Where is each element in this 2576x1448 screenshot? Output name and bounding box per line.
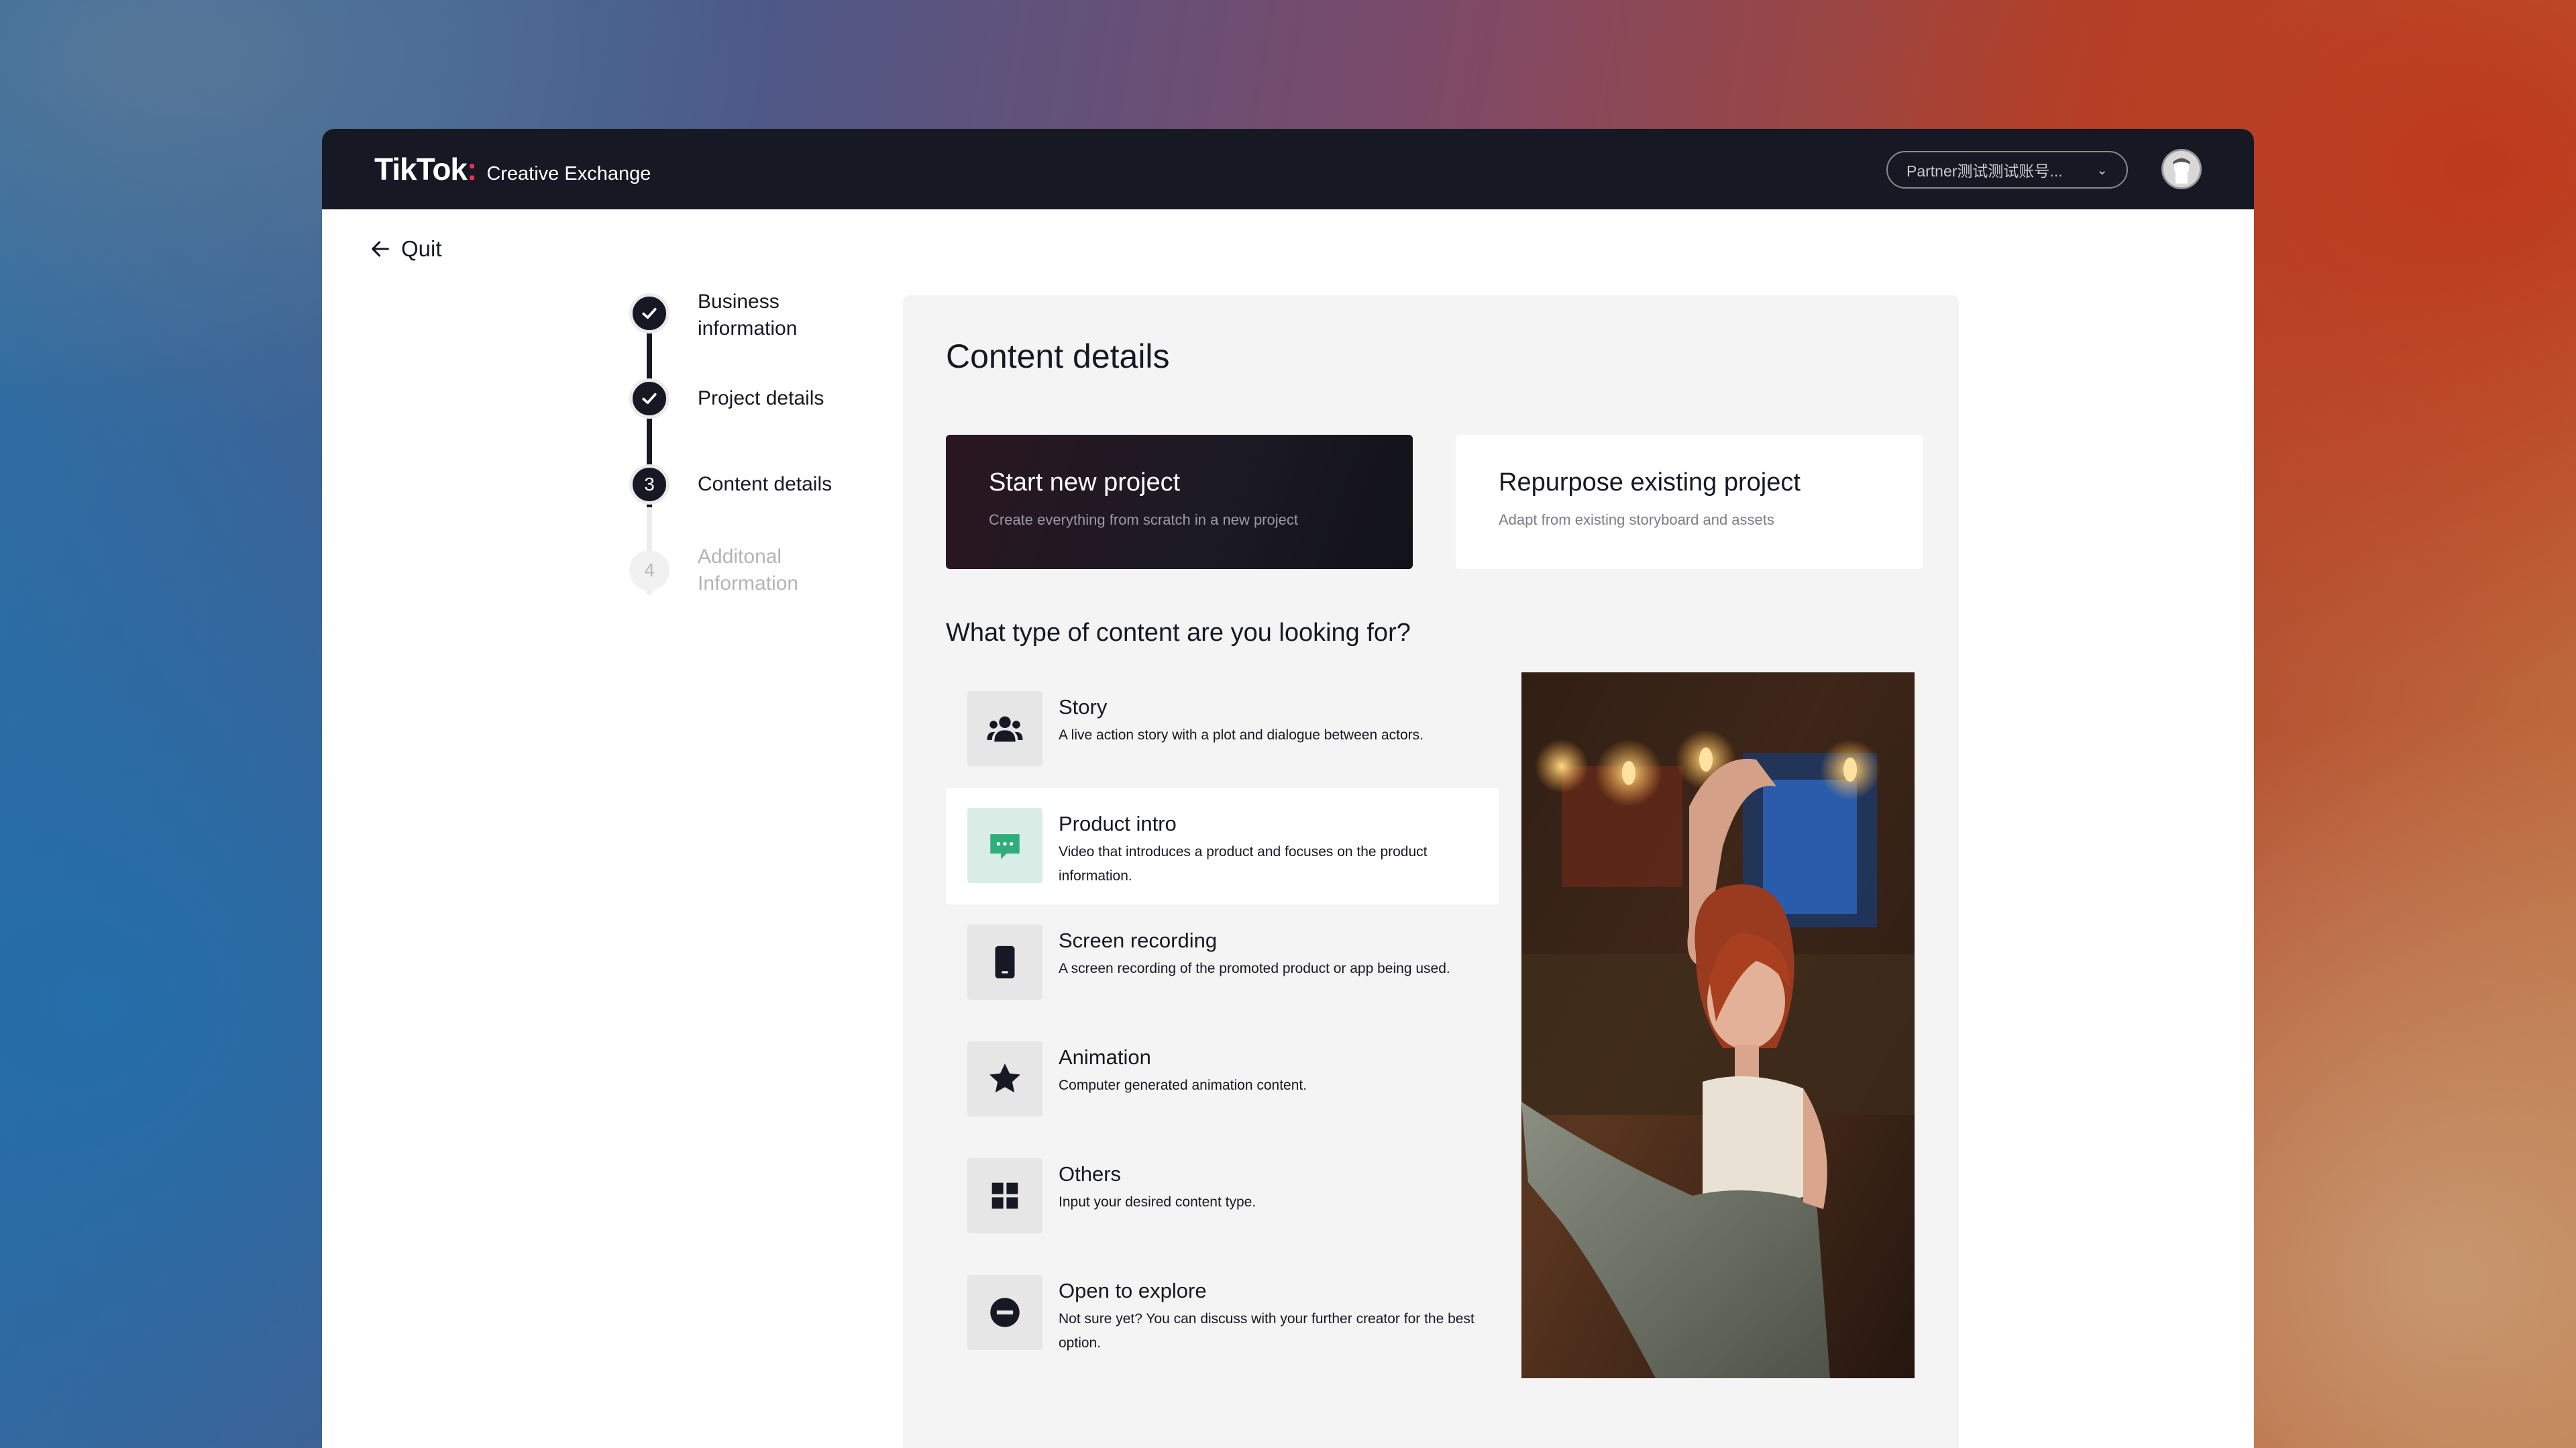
option-subtitle: Adapt from existing storyboard and asset… bbox=[1499, 511, 1774, 528]
content-type-title: Others bbox=[1059, 1162, 1122, 1186]
content-type-description: Not sure yet? You can discuss with your … bbox=[1059, 1311, 1474, 1351]
option-subtitle: Create everything from scratch in a new … bbox=[989, 511, 1298, 528]
star-icon bbox=[967, 1041, 1042, 1117]
quit-button[interactable]: Quit bbox=[369, 236, 442, 262]
content-type-story[interactable]: Story A live action story with a plot an… bbox=[946, 671, 1499, 788]
progress-stepper: Business information Project details 3 C… bbox=[625, 291, 867, 631]
content-type-description: Video that introduces a product and focu… bbox=[1059, 844, 1428, 884]
content-panel: Content details Start new project Create… bbox=[903, 295, 1959, 1448]
account-label: Partner测试测试账号... bbox=[1907, 162, 2063, 180]
start-new-project-option[interactable]: Start new project Create everything from… bbox=[946, 435, 1413, 569]
account-selector[interactable]: Partner测试测试账号... ⌄ bbox=[1886, 151, 2128, 189]
chat-bubble-icon bbox=[967, 808, 1042, 883]
step-2-check-icon bbox=[629, 378, 669, 419]
avatar[interactable] bbox=[2161, 149, 2202, 189]
content-preview-image bbox=[1521, 672, 1915, 1378]
page-title: Content details bbox=[946, 338, 1170, 375]
step-4-number: 4 bbox=[629, 550, 669, 590]
content-type-title: Product intro bbox=[1059, 812, 1177, 835]
option-title: Repurpose existing project bbox=[1499, 468, 1801, 497]
content-type-screen-recording[interactable]: Screen recording A screen recording of t… bbox=[946, 904, 1499, 1021]
brand-logo: TikTok bbox=[374, 152, 468, 187]
step-2-label[interactable]: Project details bbox=[698, 385, 852, 412]
content-type-description: Input your desired content type. bbox=[1059, 1194, 1256, 1210]
grid-icon bbox=[967, 1158, 1042, 1233]
content-type-list: Story A live action story with a plot an… bbox=[946, 671, 1499, 1372]
people-icon bbox=[967, 691, 1042, 766]
step-4-label[interactable]: Additonal Information bbox=[698, 544, 852, 597]
option-title: Start new project bbox=[989, 468, 1181, 497]
brand[interactable]: TikTok : Creative Exchange bbox=[374, 151, 651, 187]
content-type-description: Computer generated animation content. bbox=[1059, 1078, 1307, 1093]
top-bar: TikTok : Creative Exchange Partner测试测试账号… bbox=[322, 129, 2254, 209]
content-type-others[interactable]: Others Input your desired content type. bbox=[946, 1138, 1499, 1255]
content-type-description: A screen recording of the promoted produ… bbox=[1059, 961, 1450, 976]
step-3-label[interactable]: Content details bbox=[698, 471, 852, 498]
content-type-open-to-explore[interactable]: Open to explore Not sure yet? You can di… bbox=[946, 1255, 1499, 1372]
content-type-description: A live action story with a plot and dial… bbox=[1059, 727, 1424, 743]
step-3-number: 3 bbox=[629, 464, 669, 505]
arrow-left-icon bbox=[372, 241, 389, 257]
content-type-product-intro[interactable]: Product intro Video that introduces a pr… bbox=[946, 788, 1499, 904]
step-1-check-icon bbox=[629, 293, 669, 333]
content-type-title: Animation bbox=[1059, 1045, 1151, 1069]
content-type-title: Story bbox=[1059, 695, 1108, 719]
brand-logo-mark: : bbox=[467, 152, 478, 187]
phone-icon bbox=[967, 925, 1042, 1000]
repurpose-project-option[interactable]: Repurpose existing project Adapt from ex… bbox=[1456, 435, 1923, 569]
minus-circle-icon bbox=[967, 1275, 1042, 1350]
content-type-title: Screen recording bbox=[1059, 929, 1218, 952]
step-1-label[interactable]: Business information bbox=[698, 289, 852, 342]
content-type-question: What type of content are you looking for… bbox=[946, 619, 1411, 647]
content-type-title: Open to explore bbox=[1059, 1279, 1207, 1302]
quit-label: Quit bbox=[401, 236, 442, 261]
content-type-animation[interactable]: Animation Computer generated animation c… bbox=[946, 1021, 1499, 1138]
brand-subtitle: Creative Exchange bbox=[486, 163, 651, 185]
chevron-down-icon: ⌄ bbox=[2096, 162, 2108, 178]
app-window: TikTok : Creative Exchange Partner测试测试账号… bbox=[322, 129, 2254, 1448]
